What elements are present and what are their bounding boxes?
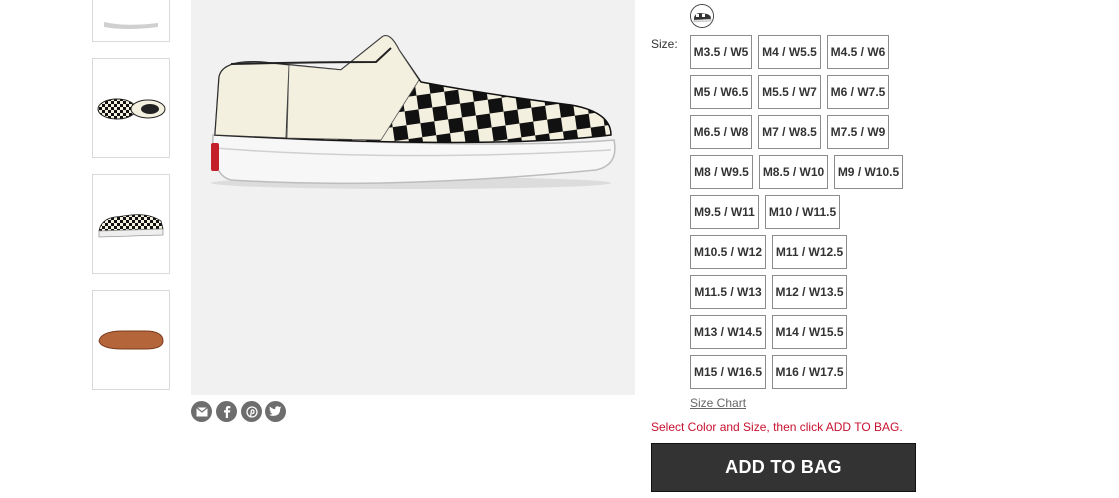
size-option[interactable]: M4 / W5.5 (758, 35, 821, 69)
size-label: Size: (651, 37, 678, 51)
size-option[interactable]: M5.5 / W7 (758, 75, 821, 109)
size-option[interactable]: M12 / W13.5 (772, 275, 847, 309)
size-option[interactable]: M8.5 / W10 (759, 155, 828, 189)
thumbnail-pair-top[interactable] (92, 58, 170, 158)
size-option[interactable]: M5 / W6.5 (690, 75, 752, 109)
size-option[interactable]: M9 / W10.5 (834, 155, 903, 189)
size-option[interactable]: M4.5 / W6 (827, 35, 889, 69)
size-option[interactable]: M11.5 / W13 (690, 275, 766, 309)
size-option[interactable]: M13 / W14.5 (690, 315, 766, 349)
size-option[interactable]: M14 / W15.5 (772, 315, 847, 349)
selection-hint: Select Color and Size, then click ADD TO… (651, 420, 903, 434)
size-option[interactable]: M8 / W9.5 (690, 155, 753, 189)
email-share-icon[interactable] (191, 401, 212, 422)
size-option[interactable]: M16 / W17.5 (772, 355, 847, 389)
size-option[interactable]: M10.5 / W12 (690, 235, 766, 269)
checkerboard-color-swatch[interactable] (690, 4, 714, 28)
thumbnail-sole[interactable] (92, 290, 170, 390)
size-option[interactable]: M7.5 / W9 (827, 115, 889, 149)
size-chart-link[interactable]: Size Chart (690, 396, 746, 410)
size-option[interactable]: M6 / W7.5 (827, 75, 889, 109)
pinterest-share-icon[interactable] (241, 401, 262, 422)
size-option[interactable]: M6.5 / W8 (690, 115, 752, 149)
thumbnail-side[interactable] (92, 0, 170, 42)
add-to-bag-button[interactable]: ADD TO BAG (651, 443, 916, 492)
twitter-share-icon[interactable] (265, 401, 286, 422)
size-option[interactable]: M15 / W16.5 (690, 355, 766, 389)
size-option[interactable]: M3.5 / W5 (690, 35, 752, 69)
size-option[interactable]: M9.5 / W11 (690, 195, 759, 229)
size-option[interactable]: M7 / W8.5 (758, 115, 821, 149)
size-option[interactable]: M11 / W12.5 (772, 235, 847, 269)
main-product-image (191, 0, 635, 395)
size-option[interactable]: M10 / W11.5 (765, 195, 840, 229)
thumbnail-angled[interactable] (92, 174, 170, 274)
facebook-share-icon[interactable] (216, 401, 237, 422)
